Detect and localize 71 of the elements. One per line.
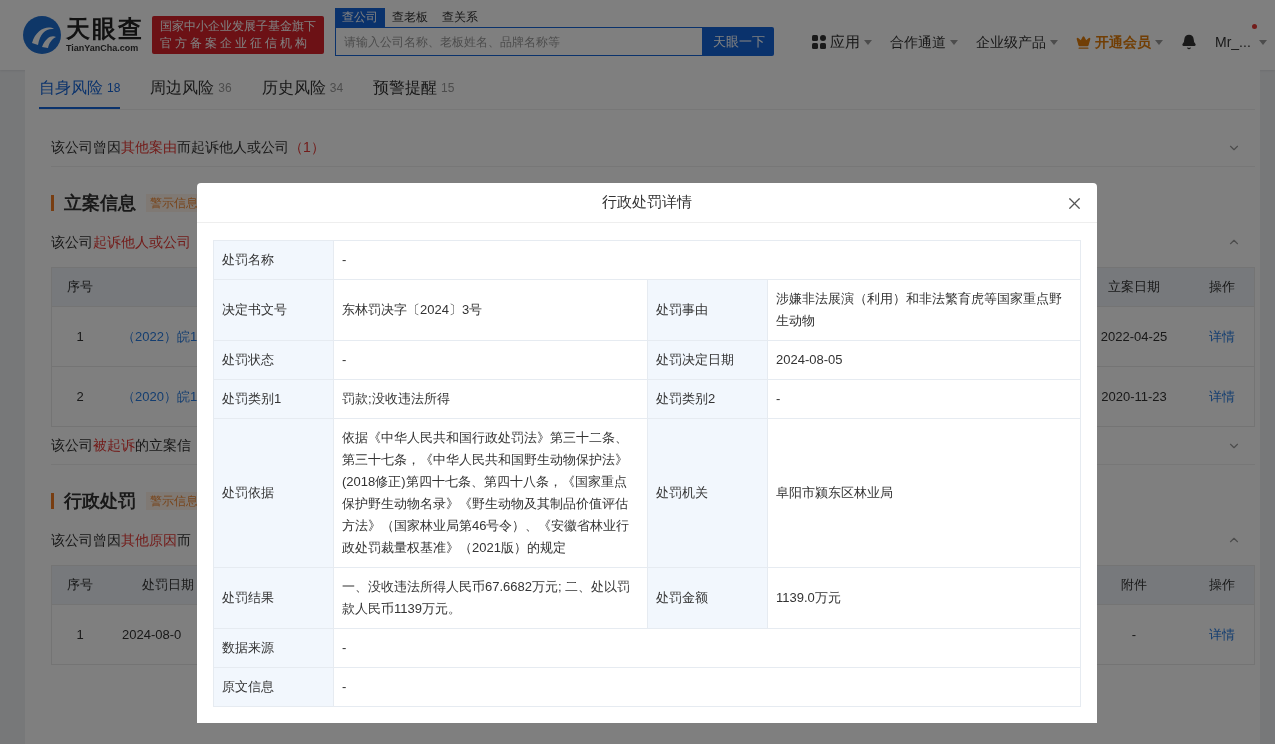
field-label: 处罚决定日期 <box>647 340 768 380</box>
field-label: 处罚金额 <box>647 567 768 629</box>
field-label: 处罚依据 <box>213 418 334 568</box>
field-label: 处罚类别2 <box>647 379 768 419</box>
table-link[interactable]: 详情 <box>1189 326 1254 347</box>
section-title: 行政处罚 <box>64 489 136 513</box>
field-label: 处罚结果 <box>213 567 334 629</box>
user-menu[interactable]: Mr_... <box>1215 31 1269 53</box>
summary-text: 该公司曾因其他原因而 <box>51 530 191 550</box>
nav-menu[interactable]: 企业级产品 <box>976 31 1058 53</box>
summary-text: 该公司曾因其他案由而起诉他人或公司（1） <box>51 138 325 157</box>
summary-text: 该公司被起诉的立案信 <box>51 436 191 455</box>
table-cell-text: 2020-11-23 <box>1100 387 1168 406</box>
table-cell-text: 2022-04-25 <box>1099 327 1169 346</box>
caret-icon <box>864 39 872 45</box>
table-cell-text: 1 <box>75 327 85 346</box>
column-header: 操作 <box>1207 576 1236 595</box>
field-value: - <box>767 379 1081 419</box>
field-value: - <box>333 628 1081 668</box>
column-header: 序号 <box>66 278 94 297</box>
table-link[interactable]: 详情 <box>1189 624 1254 645</box>
field-label: 数据来源 <box>213 628 334 668</box>
caret-icon <box>1258 39 1267 45</box>
column-header: 序号 <box>66 576 94 595</box>
crown-icon <box>1076 34 1091 50</box>
field-label: 处罚事由 <box>647 279 768 341</box>
caret-icon <box>950 39 958 45</box>
notification-icon[interactable] <box>1181 34 1197 50</box>
field-value: 阜阳市颍东区林业局 <box>767 418 1081 568</box>
promo-badge: 国家中小企业发展子基金旗下 官方备案企业征信机构 <box>152 16 324 54</box>
caret-icon <box>1050 39 1058 45</box>
search-tab[interactable]: 查公司 <box>335 8 385 27</box>
field-label: 处罚类别1 <box>213 379 334 419</box>
logo-name: 天眼查 <box>66 17 144 41</box>
field-value: 罚款;没收违法所得 <box>333 379 648 419</box>
field-value: 一、没收违法所得人民币67.6682万元; 二、处以罚款人民币1139万元。 <box>333 567 648 629</box>
table-cell-text: 2 <box>75 387 85 406</box>
field-value: 涉嫌非法展演（利用）和非法繁育虎等国家重点野生动物 <box>767 279 1081 341</box>
column-header: 处罚日期 <box>141 576 195 595</box>
caret-icon <box>1155 39 1163 45</box>
field-value: 1139.0万元 <box>767 567 1081 629</box>
nav-menu[interactable]: 合作通道 <box>890 31 958 53</box>
field-value: 2024-08-05 <box>767 340 1081 380</box>
field-value: 依据《中华人民共和国行政处罚法》第三十二条、第三十七条，《中华人民共和国野生动物保护法》(2018修正)第四十七条、第四十八条，《国家重点保护野生动物名录》《野生动物及其制品价值评估方法》（国家林业局第46号令）、《安徽省林业行政处罚裁量权基准》（2021版）的规定 <box>333 418 648 568</box>
logo-domain: TianYanCha.com <box>66 44 140 53</box>
field-value: - <box>333 240 1081 280</box>
column-header: 附件 <box>1120 576 1148 595</box>
field-label: 原文信息 <box>213 667 334 707</box>
column-header: 操作 <box>1207 278 1236 297</box>
dialog-title: 行政处罚详情 <box>602 192 692 213</box>
field-label: 决定书文号 <box>213 279 334 341</box>
search-button[interactable]: 天眼一下 <box>703 27 774 56</box>
search-tab[interactable]: 查老板 <box>385 8 435 27</box>
table-link[interactable]: 详情 <box>1189 386 1254 407</box>
field-label: 处罚名称 <box>213 240 334 280</box>
summary-text: 该公司起诉他人或公司 <box>51 232 191 252</box>
field-label: 处罚机关 <box>647 418 768 568</box>
table-cell-text: - <box>1130 625 1138 644</box>
risk-tab[interactable]: 自身风险 18 <box>39 69 121 109</box>
field-value: 东林罚决字〔2024〕3号 <box>333 279 648 341</box>
grid-icon <box>812 35 826 49</box>
field-value: - <box>333 340 648 380</box>
table-cell-text: 1 <box>75 625 85 644</box>
table-cell-text: 2024-08-0 <box>121 625 183 644</box>
field-value: - <box>333 667 1081 707</box>
apps-menu[interactable]: 应用 <box>812 30 872 54</box>
section-title: 立案信息 <box>64 191 136 215</box>
field-label: 处罚状态 <box>213 340 334 380</box>
logo-icon <box>22 15 62 55</box>
column-header: 立案日期 <box>1107 278 1161 297</box>
search-tab[interactable]: 查关系 <box>435 8 485 27</box>
